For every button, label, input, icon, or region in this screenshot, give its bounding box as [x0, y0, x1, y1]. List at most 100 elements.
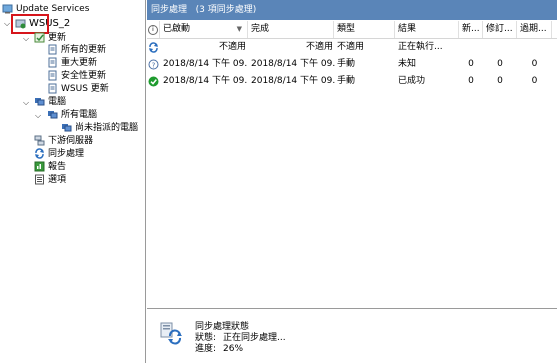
cell-result: 正在執行... — [398, 42, 443, 52]
column-label-expired: 過期... — [520, 24, 547, 34]
tree-label-critical-updates: 重大更新 — [61, 58, 98, 68]
column-header-result[interactable]: 結果 — [395, 21, 459, 38]
cell-type: 手動 — [337, 59, 356, 69]
chevron-down-icon[interactable]: ⌵ — [4, 17, 10, 30]
column-header-revised[interactable]: 修訂... — [483, 21, 517, 38]
results-title-bar: 同步處理 (3 項同步處理) — [147, 0, 557, 20]
table-row[interactable]: ? 2018/8/14 下午 09... 2018/8/14 下午 09... … — [147, 56, 557, 73]
column-label-result: 結果 — [398, 24, 417, 34]
chevron-down-icon[interactable]: ⌵ — [35, 109, 41, 122]
sync-status-icon — [160, 322, 182, 349]
cell-finished: 不適用 — [305, 42, 333, 52]
column-header-type[interactable]: 類型 — [334, 21, 395, 38]
tree-label-all-updates: 所有的更新 — [61, 45, 107, 55]
updates-icon — [34, 32, 45, 43]
status-progress-value: 26% — [223, 344, 244, 354]
sync-icon — [34, 148, 45, 159]
cell-result: 未知 — [398, 59, 417, 69]
status-panel: 同步處理狀態 狀態: 正在同步處理... 進度: 26% — [147, 309, 557, 363]
tree-node-reports[interactable]: 報告 — [34, 161, 66, 174]
cell-new: 0 — [468, 59, 474, 69]
sync-running-icon — [148, 39, 159, 56]
cell-finished: 2018/8/14 下午 09... — [251, 76, 335, 86]
tree-label-unassigned-computers: 尚未指派的電腦 — [75, 123, 139, 133]
status-heading: 同步處理狀態 — [195, 322, 250, 332]
tree-node-unassigned-computers[interactable]: 尚未指派的電腦 — [61, 122, 138, 135]
sort-descending-icon: ▼ — [236, 25, 242, 33]
column-header-new[interactable]: 新... — [459, 21, 483, 38]
tree-label-computers: 電腦 — [48, 97, 67, 107]
status-progress-label: 進度: — [195, 344, 217, 354]
tree-label-update-services: Update Services — [16, 4, 90, 14]
tree-label-synchronizations: 同步處理 — [48, 149, 85, 159]
tree-label-reports: 報告 — [48, 162, 67, 172]
computers-icon — [61, 122, 72, 133]
cell-revised: 0 — [497, 59, 503, 69]
downstream-server-icon — [34, 135, 45, 146]
cell-expired — [517, 39, 552, 56]
table-row[interactable]: 不適用 不適用 不適用 正在執行... — [147, 39, 557, 56]
results-count: (3 項同步處理) — [195, 5, 257, 15]
update-list-icon — [47, 44, 58, 55]
svg-text:?: ? — [152, 61, 156, 69]
status-state-label: 狀態: — [195, 333, 217, 343]
options-icon — [34, 174, 45, 185]
tree-node-security-updates[interactable]: 安全性更新 — [47, 70, 106, 83]
tree-node-critical-updates[interactable]: 重大更新 — [47, 57, 97, 70]
update-list-icon — [47, 57, 58, 68]
column-label-new: 新... — [462, 24, 480, 34]
tree-node-synchronizations[interactable]: 同步處理 — [34, 148, 84, 161]
cell-type: 手動 — [337, 76, 356, 86]
column-header-finished[interactable]: 完成 — [248, 21, 334, 38]
chevron-down-icon[interactable]: ⌵ — [23, 96, 29, 109]
computers-icon — [47, 109, 58, 120]
cell-started: 2018/8/14 下午 09... — [163, 76, 248, 86]
tree-node-downstream-servers[interactable]: 下游伺服器 — [34, 135, 93, 148]
cell-started: 2018/8/14 下午 09... — [163, 59, 248, 69]
tree-label-all-computers: 所有電腦 — [61, 110, 98, 120]
column-header-expired[interactable]: 過期... — [517, 21, 552, 38]
cell-result: 已成功 — [398, 76, 426, 86]
status-state-value: 正在同步處理... — [223, 333, 286, 343]
info-column-header[interactable]: i — [147, 21, 160, 38]
column-label-started: 已啟動 — [163, 24, 191, 34]
computers-icon — [34, 96, 45, 107]
tree-label-wsus-updates: WSUS 更新 — [61, 84, 109, 94]
column-label-finished: 完成 — [251, 24, 270, 34]
tree-label-security-updates: 安全性更新 — [61, 71, 107, 81]
question-icon: ? — [148, 56, 159, 73]
cell-expired: 0 — [531, 76, 538, 86]
success-check-icon — [148, 73, 159, 90]
cell-started: 不適用 — [218, 42, 246, 52]
reports-icon — [34, 161, 45, 172]
tree-node-options[interactable]: 選項 — [34, 174, 66, 187]
tree-node-all-computers[interactable]: 所有電腦 — [47, 109, 97, 122]
cell-type: 不適用 — [337, 42, 365, 52]
cell-revised: 0 — [497, 76, 503, 86]
highlight-box — [11, 14, 49, 34]
tree-label-options: 選項 — [48, 175, 67, 185]
table-row[interactable]: 2018/8/14 下午 09... 2018/8/14 下午 09... 手動… — [147, 73, 557, 90]
cell-finished: 2018/8/14 下午 09... — [251, 59, 335, 69]
results-title: 同步處理 — [151, 5, 188, 15]
tree-label-updates: 更新 — [48, 33, 67, 43]
tree-label-downstream-servers: 下游伺服器 — [48, 136, 94, 146]
cell-expired: 0 — [531, 59, 538, 69]
cell-revised — [483, 39, 517, 56]
tree-node-wsus-updates[interactable]: WSUS 更新 — [47, 83, 109, 96]
tree-node-all-updates[interactable]: 所有的更新 — [47, 44, 106, 57]
navigation-tree: Update Services ⌵ WSUS_2 ⌵ 更新 所有的更新 重大更新… — [0, 0, 146, 363]
update-services-icon — [2, 3, 13, 14]
cell-new: 0 — [468, 76, 474, 86]
column-label-revised: 修訂... — [486, 24, 513, 34]
column-header-started[interactable]: 已啟動 ▼ — [160, 21, 248, 38]
column-header-row: i 已啟動 ▼ 完成 類型 結果 新... 修訂... 過期... — [147, 21, 557, 39]
update-list-icon — [47, 83, 58, 94]
info-icon: i — [148, 25, 158, 35]
results-pane: 同步處理 (3 項同步處理) i 已啟動 ▼ 完成 類型 結果 新... 修訂.… — [147, 0, 557, 363]
column-label-type: 類型 — [337, 24, 356, 34]
cell-new — [459, 39, 483, 56]
update-list-icon — [47, 70, 58, 81]
tree-node-computers[interactable]: 電腦 — [34, 96, 66, 109]
chevron-down-icon[interactable]: ⌵ — [23, 32, 29, 45]
